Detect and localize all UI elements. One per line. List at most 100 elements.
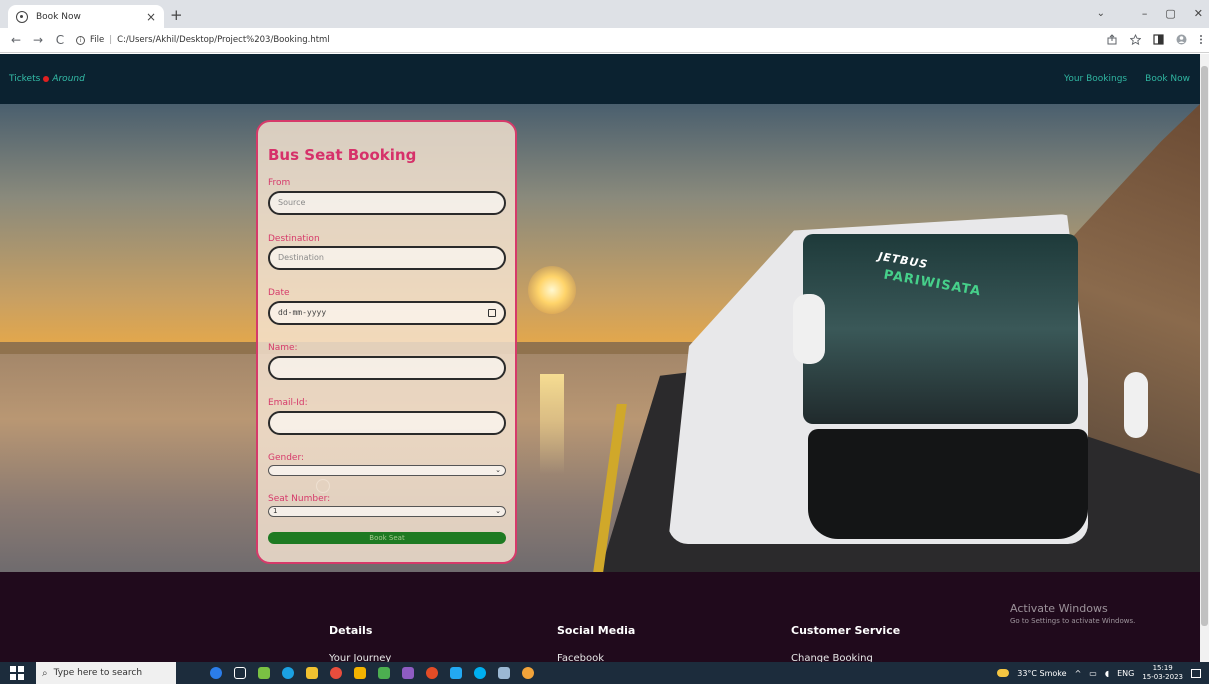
scrollbar-thumb[interactable] <box>1201 66 1208 626</box>
footer-heading: Customer Service <box>791 624 901 637</box>
chrome-icon[interactable] <box>522 667 534 679</box>
back-button[interactable]: ← <box>10 33 22 47</box>
footer-column-service: Customer Service Change Booking <box>791 624 900 662</box>
hero-banner: JETBUS PARIWISATA <box>0 104 1200 572</box>
date-label: Date <box>268 288 290 298</box>
notification-icon[interactable] <box>1191 668 1201 678</box>
brand-second: Around <box>52 74 85 84</box>
profile-icon[interactable] <box>1176 34 1187 45</box>
activate-subtitle: Go to Settings to activate Windows. <box>1010 617 1136 625</box>
close-window-button[interactable]: ✕ <box>1194 7 1203 20</box>
browser-tab-bar: Book Now × + ⌄ – ▢ ✕ <box>0 0 1209 28</box>
form-title: Bus Seat Booking <box>268 146 417 164</box>
footer-link[interactable]: Facebook <box>557 653 635 662</box>
bus-mirror-right <box>1124 372 1148 438</box>
weather-icon[interactable] <box>997 669 1010 677</box>
tab-search-icon[interactable]: ⌄ <box>1097 8 1105 19</box>
omnibox[interactable]: i File | C:/Users/Akhil/Desktop/Project%… <box>76 31 330 49</box>
file-explorer-icon[interactable] <box>306 667 318 679</box>
restore-button[interactable]: ▢ <box>1165 7 1175 20</box>
nav-links: Your Bookings Book Now <box>1064 74 1190 84</box>
chevron-down-icon: ⌄ <box>495 466 501 474</box>
new-tab-button[interactable]: + <box>170 6 183 24</box>
brand-dot-icon <box>43 75 50 82</box>
gender-select[interactable]: ⌄ <box>268 465 506 476</box>
language-indicator[interactable]: ENG <box>1117 669 1134 678</box>
globe-icon <box>16 10 28 23</box>
app-icon[interactable] <box>498 667 510 679</box>
chevron-down-icon: ⌄ <box>495 507 501 515</box>
nav-link-book-now[interactable]: Book Now <box>1145 74 1190 84</box>
seat-number-label: Seat Number: <box>268 494 331 504</box>
gender-label: Gender: <box>268 453 305 463</box>
app-icon[interactable] <box>354 667 366 679</box>
sun-reflection <box>540 374 564 474</box>
bookmark-star-icon[interactable] <box>1130 34 1141 45</box>
name-input[interactable] <box>268 356 506 380</box>
footer-column-details: Details Your Journey <box>329 624 391 662</box>
address-bar: ← → C i File | C:/Users/Akhil/Desktop/Pr… <box>0 28 1209 53</box>
taskbar-search[interactable]: ⌕ Type here to search <box>36 662 176 684</box>
clock-date: 15-03-2023 <box>1142 673 1183 681</box>
email-input[interactable] <box>268 411 506 435</box>
calendar-icon[interactable] <box>488 309 496 317</box>
clock[interactable]: 15:19 15-03-2023 <box>1142 664 1183 682</box>
footer-link[interactable]: Your Journey <box>329 653 391 662</box>
task-view-icon[interactable] <box>234 667 246 679</box>
windows-start-icon[interactable] <box>10 666 24 680</box>
email-label: Email-Id: <box>268 398 308 408</box>
share-icon[interactable] <box>1107 34 1118 45</box>
notepad-icon[interactable] <box>378 667 390 679</box>
skype-icon[interactable] <box>474 667 486 679</box>
info-icon[interactable]: i <box>76 35 85 45</box>
page-viewport: Tickets Around Your Bookings Book Now JET… <box>0 54 1200 662</box>
from-input[interactable]: Source <box>268 191 506 215</box>
date-input[interactable]: dd-mm-yyyy <box>268 301 506 325</box>
vscode-icon[interactable] <box>450 667 462 679</box>
browser-tab[interactable]: Book Now × <box>8 5 164 28</box>
edge-icon[interactable] <box>282 667 294 679</box>
network-icon[interactable]: ▭ <box>1089 669 1097 678</box>
scheme-label: File <box>90 35 105 45</box>
seat-number-select[interactable]: 1 ⌄ <box>268 506 506 517</box>
footer-column-social: Social Media Facebook <box>557 624 635 662</box>
taskbar-search-placeholder: Type here to search <box>53 668 143 678</box>
site-footer: Details Your Journey Social Media Facebo… <box>0 572 1200 662</box>
booking-form: Bus Seat Booking From Source Destination… <box>256 120 517 564</box>
book-seat-button[interactable]: Book Seat <box>268 532 506 544</box>
tray-expand-icon[interactable]: ^ <box>1075 669 1082 678</box>
volume-icon[interactable]: ◖ <box>1105 669 1109 678</box>
system-tray: 33°C Smoke ^ ▭ ◖ ENG 15:19 15-03-2023 <box>997 662 1201 684</box>
activate-windows-watermark: Activate Windows Go to Settings to activ… <box>1010 602 1135 625</box>
search-icon: ⌕ <box>42 667 48 679</box>
weather-text[interactable]: 33°C Smoke <box>1017 669 1066 678</box>
destination-label: Destination <box>268 234 320 244</box>
bus-windshield <box>803 234 1078 424</box>
footer-link[interactable]: Change Booking <box>791 653 900 662</box>
tab-close-icon[interactable]: × <box>146 10 156 24</box>
app-icon[interactable] <box>330 667 342 679</box>
from-label: From <box>268 178 291 188</box>
name-label: Name: <box>268 343 298 353</box>
app-icon[interactable] <box>426 667 438 679</box>
footer-heading: Social Media <box>557 624 636 637</box>
url-text[interactable]: C:/Users/Akhil/Desktop/Project%203/Booki… <box>117 35 330 45</box>
menu-icon[interactable] <box>1199 34 1203 45</box>
forward-button[interactable]: → <box>32 33 44 47</box>
bing-icon[interactable] <box>210 667 222 679</box>
site-navbar: Tickets Around Your Bookings Book Now <box>0 54 1200 104</box>
nav-link-your-bookings[interactable]: Your Bookings <box>1064 74 1127 84</box>
sun-image <box>528 266 576 314</box>
brand-logo[interactable]: Tickets Around <box>9 74 85 84</box>
app-icon[interactable] <box>258 667 270 679</box>
side-panel-icon[interactable] <box>1153 34 1164 45</box>
footer-heading: Details <box>329 624 373 637</box>
destination-input[interactable]: Destination <box>268 246 506 270</box>
activate-title: Activate Windows <box>1010 602 1108 615</box>
minimize-button[interactable]: – <box>1142 7 1148 20</box>
page-scrollbar[interactable] <box>1200 54 1209 662</box>
tab-title: Book Now <box>36 11 81 22</box>
reload-button[interactable]: C <box>54 33 66 47</box>
omnibox-separator: | <box>109 35 113 45</box>
visual-studio-icon[interactable] <box>402 667 414 679</box>
